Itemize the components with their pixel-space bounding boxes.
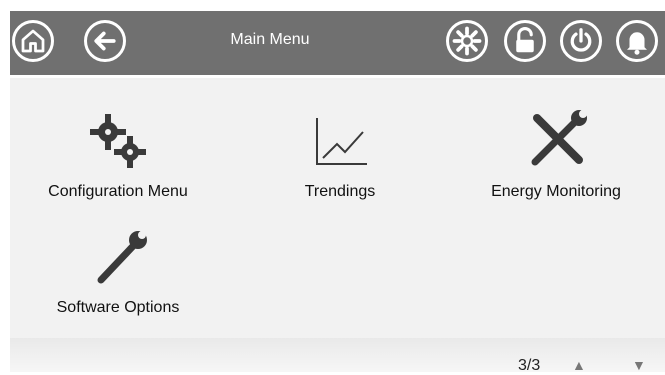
configuration-menu-label: Configuration Menu bbox=[48, 183, 188, 200]
gear-icon bbox=[452, 26, 482, 56]
page-title: Main Menu bbox=[230, 31, 310, 48]
alarm-button[interactable] bbox=[616, 20, 658, 62]
power-icon bbox=[570, 28, 592, 52]
lock-button[interactable] bbox=[504, 20, 546, 62]
pagination-bar: 3/3 ▲ ▼ bbox=[10, 338, 665, 374]
page-down-button[interactable]: ▼ bbox=[632, 357, 646, 373]
configuration-menu-tile[interactable]: Configuration Menu bbox=[18, 86, 218, 200]
energy-monitoring-tile[interactable]: Energy Monitoring bbox=[456, 86, 656, 200]
home-icon bbox=[21, 29, 45, 53]
unlock-icon bbox=[516, 26, 534, 53]
header-bar: Main Menu bbox=[0, 0, 665, 78]
gears-icon bbox=[90, 114, 146, 168]
energy-monitoring-label: Energy Monitoring bbox=[491, 183, 621, 200]
software-options-label: Software Options bbox=[56, 299, 180, 316]
bell-icon bbox=[627, 32, 647, 55]
home-button[interactable] bbox=[12, 20, 54, 62]
back-button[interactable] bbox=[84, 20, 126, 62]
trendings-label: Trendings bbox=[304, 183, 376, 200]
page-up-button[interactable]: ▲ bbox=[572, 357, 586, 373]
back-arrow-icon bbox=[94, 31, 116, 51]
line-chart-icon bbox=[316, 118, 367, 165]
main-menu-panel: Configuration Menu Trendings Energy Moni… bbox=[10, 78, 665, 338]
page-indicator: 3/3 bbox=[518, 357, 541, 374]
trendings-tile[interactable]: Trendings bbox=[240, 86, 440, 200]
wrench-icon bbox=[97, 231, 147, 284]
settings-button[interactable] bbox=[446, 20, 488, 62]
software-options-tile[interactable]: Software Options bbox=[18, 202, 218, 316]
tools-icon bbox=[531, 110, 587, 166]
power-button[interactable] bbox=[560, 20, 602, 62]
